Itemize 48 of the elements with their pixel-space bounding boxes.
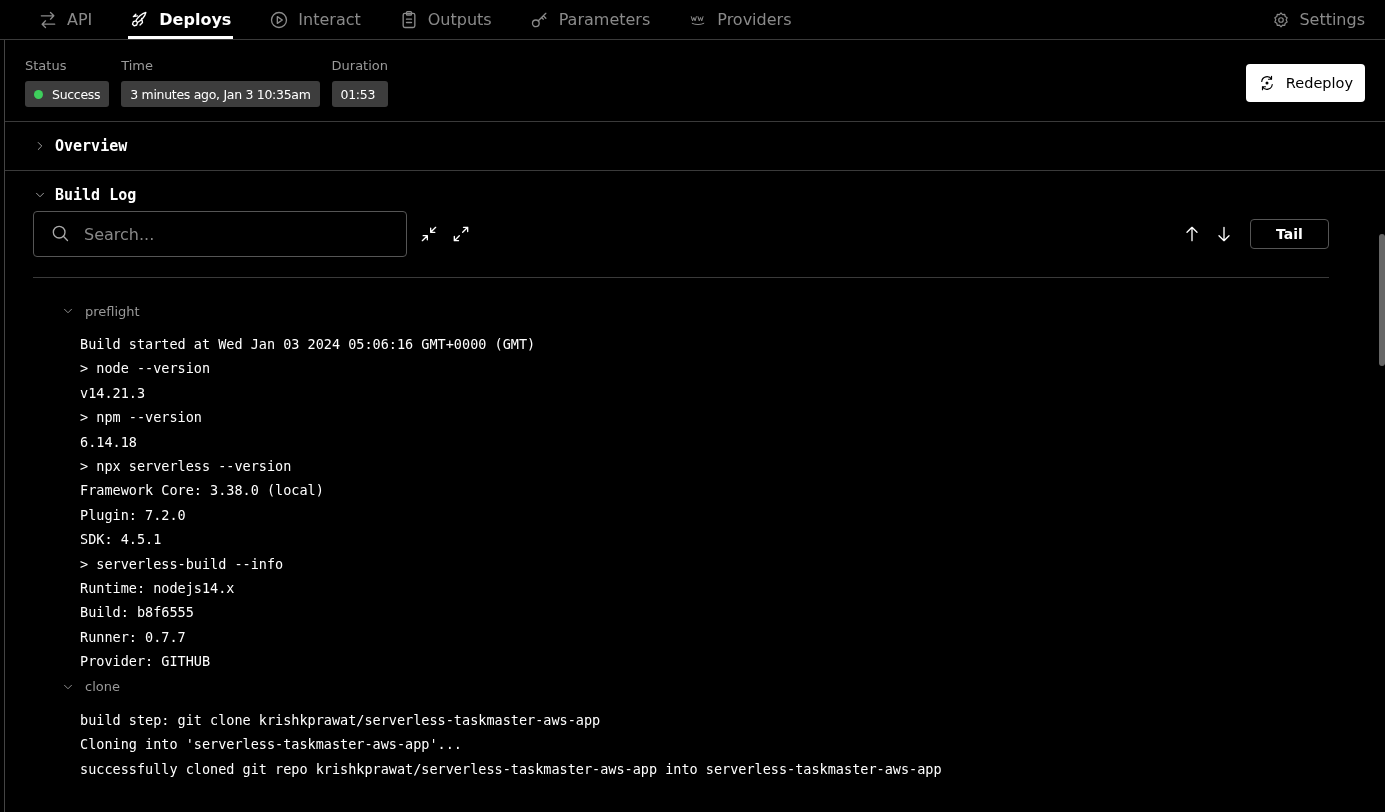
log-line: Build: b8f6555 bbox=[79, 603, 195, 623]
tab[interactable]: Parameters bbox=[527, 0, 653, 39]
log-line: Provider: GITHUB bbox=[79, 652, 212, 672]
tab[interactable]: Deploys bbox=[128, 0, 234, 39]
settings-tab[interactable]: Settings bbox=[1272, 0, 1365, 39]
log-line: > node --version bbox=[79, 359, 212, 379]
section-header[interactable]: Overview bbox=[5, 122, 156, 170]
duration-value: 01:53 bbox=[331, 81, 388, 107]
redeploy-button[interactable]: Redeploy bbox=[1245, 63, 1365, 102]
time-label: Time bbox=[121, 58, 155, 73]
time-value: 3 minutes ago, Jan 3 10:35am bbox=[121, 81, 320, 107]
log-line: Runner: 0.7.7 bbox=[79, 627, 187, 647]
play-icon bbox=[269, 9, 290, 30]
collapse-arrows-icon bbox=[419, 224, 439, 244]
tab[interactable]: Providers bbox=[686, 0, 794, 39]
log-line: > npx serverless --version bbox=[79, 457, 293, 477]
log-line: Cloning into 'serverless-taskmaster-aws-app'... bbox=[79, 735, 463, 755]
status-label: Status bbox=[25, 58, 68, 73]
log-line: > serverless-build --info bbox=[79, 554, 285, 574]
arrows-icon bbox=[38, 9, 58, 30]
scrollbar-thumb[interactable] bbox=[1379, 234, 1385, 366]
search-icon bbox=[50, 223, 70, 243]
tail-button[interactable]: Tail bbox=[1250, 219, 1329, 249]
log-line: successfully cloned git repo krishkprawat/serverless-taskmaster-aws-app into serverless-taskmaster-aws-app bbox=[79, 759, 943, 779]
section-title: Overview bbox=[55, 137, 128, 155]
log-group-header[interactable]: clone bbox=[61, 673, 120, 700]
log-line: Runtime: nodejs14.x bbox=[79, 579, 236, 599]
duration-label: Duration bbox=[331, 58, 388, 73]
expand-arrows-icon bbox=[451, 224, 471, 244]
expand-all-button[interactable] bbox=[451, 224, 471, 244]
log-group-header[interactable]: preflight bbox=[61, 298, 140, 324]
log-line: 6.14.18 bbox=[79, 432, 138, 452]
tab[interactable]: Interact bbox=[267, 0, 363, 39]
tab[interactable]: Outputs bbox=[396, 0, 494, 39]
log-line: Framework Core: 3.38.0 (local) bbox=[79, 481, 325, 501]
gear-icon bbox=[1272, 10, 1291, 29]
log-line: v14.21.3 bbox=[79, 383, 147, 403]
log-line: Build started at Wed Jan 03 2024 05:06:16 GMT+0000 (GMT) bbox=[79, 335, 537, 354]
log-line: build step: git clone krishkprawat/serverless-taskmaster-aws-app bbox=[79, 710, 602, 730]
search-field[interactable]: Search... bbox=[33, 211, 407, 257]
collapse-all-button[interactable] bbox=[419, 224, 439, 244]
log-line: SDK: 4.5.1 bbox=[79, 530, 163, 550]
log-line: Plugin: 7.2.0 bbox=[79, 505, 187, 525]
tab[interactable]: API bbox=[36, 0, 95, 39]
section-title: Build Log bbox=[55, 186, 137, 204]
log-line: > npm --version bbox=[79, 408, 203, 428]
status-dot bbox=[34, 89, 43, 99]
status-badge: Success bbox=[25, 81, 110, 107]
